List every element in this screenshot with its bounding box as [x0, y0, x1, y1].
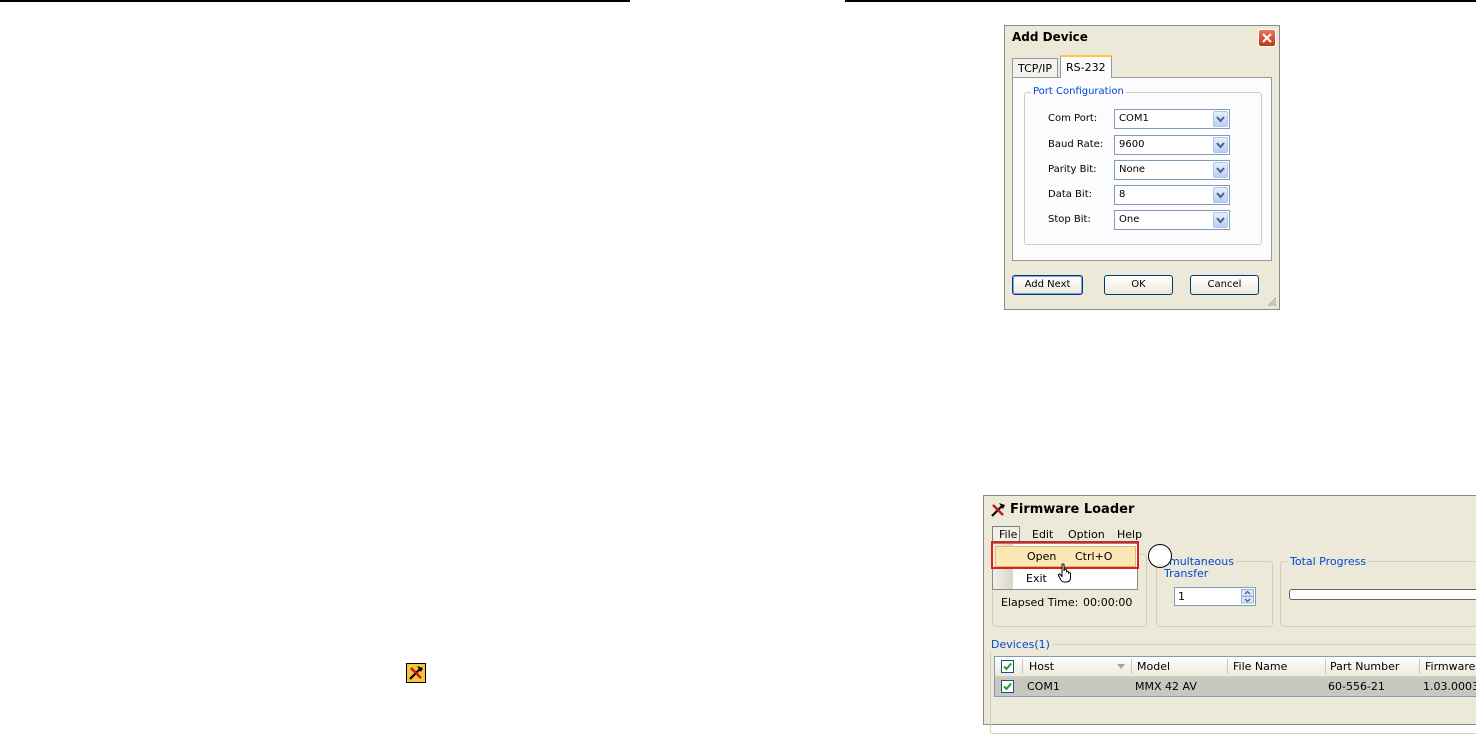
group-title: Total Progress: [1288, 555, 1369, 568]
column-separator: [1131, 679, 1132, 694]
column-separator: [1419, 659, 1420, 674]
elapsed-time-label: Elapsed Time:: [1001, 596, 1079, 609]
app-icon: [989, 501, 1007, 519]
group-title: Port Configuration: [1031, 86, 1126, 97]
combo-value: 8: [1119, 189, 1126, 200]
parity-bit-label: Parity Bit:: [1048, 164, 1097, 175]
stop-bit-label: Stop Bit:: [1048, 214, 1091, 225]
table-header: Host Model File Name Part Number Firmwar…: [995, 657, 1476, 677]
elapsed-time-value: 00:00:00: [1083, 596, 1133, 609]
menu-option[interactable]: Option: [1068, 528, 1105, 541]
tab-rs232[interactable]: RS-232: [1060, 55, 1112, 78]
firmware-loader-icon: [406, 663, 426, 683]
column-separator: [1227, 659, 1228, 674]
dialog-title: Add Device: [1012, 30, 1088, 44]
column-header-model[interactable]: Model: [1137, 660, 1170, 673]
ok-button[interactable]: OK: [1104, 275, 1173, 295]
window-title: Firmware Loader: [1010, 502, 1135, 517]
baud-rate-select[interactable]: 9600: [1114, 135, 1230, 155]
tab-tcpip[interactable]: TCP/IP: [1012, 58, 1058, 78]
column-separator: [1131, 659, 1132, 674]
cancel-button[interactable]: Cancel: [1190, 275, 1259, 295]
sort-arrow-icon: [1116, 663, 1126, 670]
rs232-tab-pane: Port Configuration Com Port: COM1 Baud R…: [1012, 77, 1272, 261]
column-header-firmware[interactable]: Firmware: [1425, 660, 1475, 673]
check-icon: [1003, 682, 1012, 691]
data-bit-select[interactable]: 8: [1114, 185, 1230, 205]
cell-model: MMX 42 AV: [1135, 680, 1197, 693]
combo-value: None: [1119, 164, 1146, 175]
menu-file-label[interactable]: File: [999, 528, 1017, 541]
check-icon: [1003, 662, 1012, 671]
select-all-checkbox[interactable]: [1001, 660, 1014, 673]
spinner-arrows-icon[interactable]: [1241, 589, 1254, 604]
menu-help[interactable]: Help: [1117, 528, 1142, 541]
combo-value: COM1: [1119, 113, 1149, 124]
right-page-rule: [845, 0, 1476, 2]
column-header-host[interactable]: Host: [1029, 660, 1054, 673]
column-separator: [1325, 679, 1326, 694]
hand-cursor-icon: [1057, 563, 1073, 583]
chevron-down-icon[interactable]: [1213, 212, 1228, 228]
port-configuration-group: Port Configuration Com Port: COM1 Baud R…: [1024, 86, 1262, 245]
chevron-down-icon[interactable]: [1213, 111, 1228, 127]
parity-bit-select[interactable]: None: [1114, 160, 1230, 180]
close-button[interactable]: [1258, 29, 1276, 47]
chevron-down-icon[interactable]: [1213, 137, 1228, 153]
column-separator: [1022, 659, 1023, 674]
cell-part-number: 60-556-21: [1328, 680, 1385, 693]
baud-rate-label: Baud Rate:: [1048, 139, 1104, 150]
column-header-part-number[interactable]: Part Number: [1330, 660, 1399, 673]
spinner-value: 1: [1178, 590, 1185, 603]
column-separator: [1022, 679, 1023, 694]
data-bit-label: Data Bit:: [1048, 189, 1092, 200]
cell-firmware: 1.03.0003: [1423, 680, 1476, 693]
com-port-label: Com Port:: [1048, 113, 1098, 124]
dialog-titlebar[interactable]: Add Device: [1005, 26, 1279, 50]
combo-value: 9600: [1119, 139, 1145, 150]
column-separator: [1227, 679, 1228, 694]
cell-host: COM1: [1027, 680, 1060, 693]
stop-bit-select[interactable]: One: [1114, 210, 1230, 230]
row-checkbox[interactable]: [1001, 680, 1014, 693]
column-header-file-name[interactable]: File Name: [1233, 660, 1287, 673]
transfer-count-spinner[interactable]: 1: [1174, 587, 1256, 606]
table-row[interactable]: COM1 MMX 42 AV 60-556-21 1.03.0003: [995, 677, 1476, 696]
devices-table: Host Model File Name Part Number Firmwar…: [994, 656, 1476, 697]
total-progress-bar: [1289, 589, 1476, 600]
simultaneous-transfer-group: multaneous Transfer 1: [1156, 555, 1273, 627]
left-page-rule: [0, 0, 630, 2]
resize-grip-icon[interactable]: [1267, 297, 1277, 307]
combo-value: One: [1119, 214, 1140, 225]
close-icon: [1262, 33, 1272, 43]
group-title: Devices(1): [989, 638, 1052, 651]
chevron-down-icon[interactable]: [1213, 162, 1228, 178]
add-device-dialog: Add Device TCP/IP RS-232 Port Configurat…: [1004, 25, 1280, 310]
callout-circle: [1148, 544, 1172, 568]
total-progress-group: Total Progress: [1280, 555, 1476, 627]
menu-edit[interactable]: Edit: [1032, 528, 1053, 541]
firmware-loader-window: Firmware Loader File Edit Option Help El…: [983, 495, 1476, 734]
menu-item-exit-label: Exit: [1026, 572, 1047, 585]
com-port-select[interactable]: COM1: [1114, 109, 1230, 129]
column-separator: [1419, 679, 1420, 694]
group-subtitle: Transfer: [1164, 567, 1209, 580]
column-separator: [1325, 659, 1326, 674]
chevron-down-icon[interactable]: [1213, 187, 1228, 203]
add-next-button[interactable]: Add Next: [1012, 275, 1083, 295]
